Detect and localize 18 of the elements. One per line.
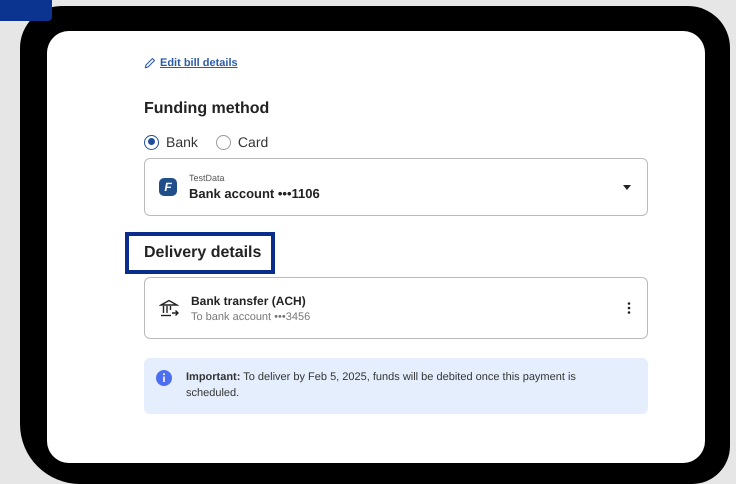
- section-heading: Funding method: [144, 100, 270, 118]
- notice-text: Important: To deliver by Feb 5, 2025, funds will be debited once this payment is scheduled.: [186, 370, 577, 401]
- corner-marker: [0, 0, 52, 21]
- radio-option[interactable]: Card: [216, 134, 268, 150]
- bank-icon: [159, 298, 179, 318]
- account-name: Bank account •••1106: [189, 186, 320, 201]
- provider-name: TestData: [189, 173, 226, 183]
- account-dropdown[interactable]: F TestData Bank account •••1106: [144, 158, 648, 216]
- more-icon: [627, 302, 631, 314]
- edit-bill-link[interactable]: Edit bill details: [160, 57, 238, 69]
- method-name: Bank transfer (ACH): [191, 294, 307, 308]
- method-detail: To bank account •••3456: [191, 310, 310, 322]
- section-heading: Delivery details: [125, 232, 276, 274]
- radio-option[interactable]: Bank: [144, 134, 198, 150]
- info-icon: [156, 370, 172, 386]
- caret-icon: [623, 184, 631, 190]
- account-logo: F: [159, 178, 177, 196]
- pencil-icon: [144, 57, 156, 69]
